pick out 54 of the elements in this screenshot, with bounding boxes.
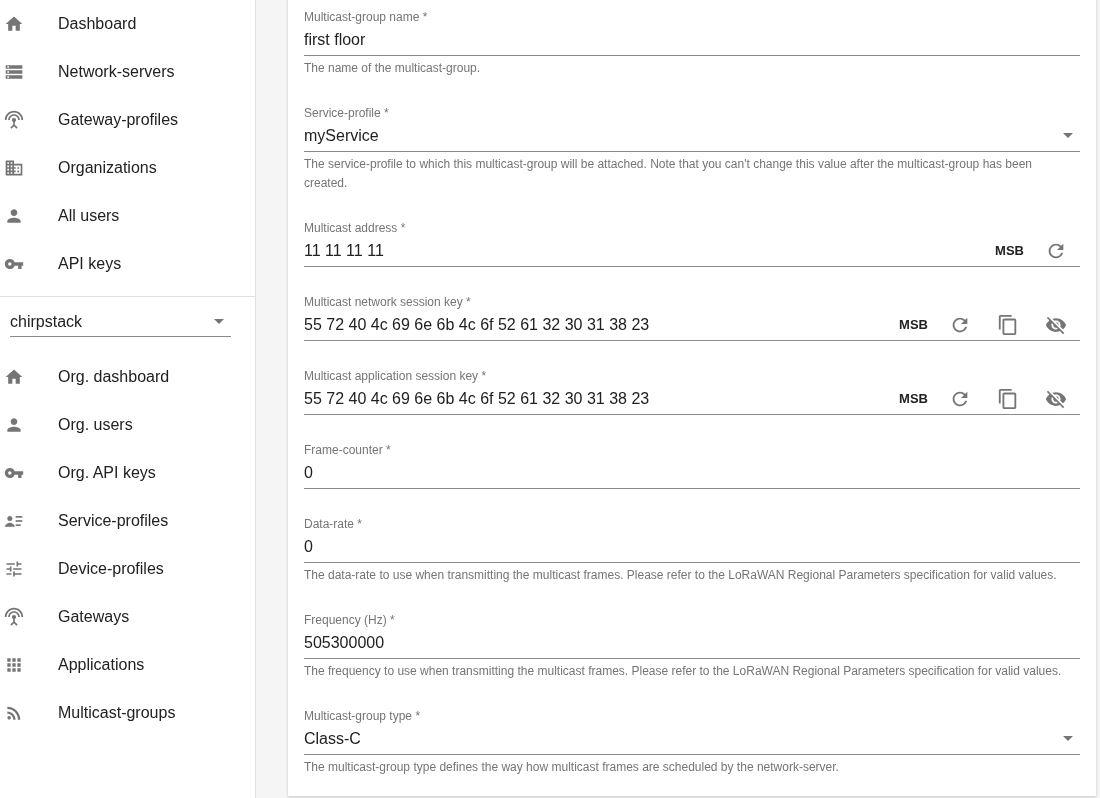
sidebar-item[interactable]: All users [0, 192, 255, 240]
input-field[interactable]: 11 11 11 11 MSB [304, 235, 1080, 267]
sidebar-item[interactable]: API keys [0, 240, 255, 288]
sidebar-item[interactable]: Dashboard [0, 0, 255, 48]
input-field[interactable]: 55 72 40 4c 69 6e 6b 4c 6f 52 61 32 30 31 38 23 MSB [304, 383, 1080, 415]
field-label: Multicast address * [304, 220, 407, 235]
antenna-icon [4, 110, 24, 130]
sidebar-item[interactable]: Org. API keys [0, 449, 255, 497]
input-field[interactable]: 505300000 [304, 627, 1080, 659]
helper-text: The name of the multicast-group. [304, 60, 482, 77]
sidebar-item[interactable]: Multicast-groups [0, 689, 255, 737]
dropdown-icon [214, 319, 224, 324]
msb-button[interactable]: MSB [987, 240, 1032, 261]
helper-text: The frequency to use when transmitting the multicast frames. Please refer to the LoRaWAN Regional Parameters specification for valid values. [304, 663, 1063, 680]
field-label: Multicast application session key * [304, 368, 488, 383]
msb-button[interactable]: MSB [891, 314, 936, 335]
input-field[interactable]: 0 [304, 531, 1080, 563]
copy-icon [997, 313, 1019, 336]
helper-text: The service-profile to which this multicast-group will be attached. Note that you can't change this value after the multicast-group has been created. [304, 156, 1033, 192]
input-field[interactable]: 55 72 40 4c 69 6e 6b 4c 6f 52 61 32 30 31 38 23 MSB [304, 309, 1080, 341]
sidebar-item[interactable]: Organizations [0, 144, 255, 192]
copy-icon [997, 387, 1019, 410]
select-field[interactable]: myService [304, 120, 1080, 152]
field-label: Service-profile * [304, 105, 390, 120]
sidebar-item[interactable]: Device-profiles [0, 545, 255, 593]
server-icon [4, 62, 24, 82]
sidebar-item[interactable]: Gateway-profiles [0, 96, 255, 144]
grid-icon [4, 655, 24, 675]
sidebar-item[interactable]: Service-profiles [0, 497, 255, 545]
dropdown-icon [1063, 133, 1073, 138]
sidebar-item[interactable]: Applications [0, 641, 255, 689]
select-field[interactable]: Class-C [304, 723, 1080, 755]
msb-button[interactable]: MSB [891, 388, 936, 409]
helper-text: The data-rate to use when transmitting the multicast frames. Please refer to the LoRaWAN Regional Parameters specification for valid values. [304, 567, 1058, 584]
home-icon [4, 14, 24, 34]
input-field[interactable]: first floor [304, 24, 1080, 56]
sliders-icon [4, 559, 24, 579]
field-label: Multicast network session key * [304, 294, 472, 309]
antenna-icon [4, 607, 24, 627]
field-label: Data-rate * [304, 516, 364, 531]
field-label: Multicast-group type * [304, 708, 422, 723]
sidebar-item[interactable]: Org. dashboard [0, 353, 255, 401]
sidebar-item[interactable]: Gateways [0, 593, 255, 641]
helper-text: The multicast-group type defines the way how multicast frames are scheduled by the network-server. [304, 759, 840, 776]
building-icon [4, 158, 24, 178]
field-label: Multicast-group name * [304, 9, 429, 24]
organization-select[interactable]: chirpstack [10, 307, 231, 337]
sidebar-item[interactable]: Org. users [0, 401, 255, 449]
input-field[interactable]: 0 [304, 457, 1080, 489]
dropdown-icon [1063, 736, 1073, 741]
home-icon [4, 367, 24, 387]
sidebar-item[interactable]: Network-servers [0, 48, 255, 96]
field-label: Frame-counter * [304, 442, 392, 457]
field-label: Frequency (Hz) * [304, 612, 396, 627]
